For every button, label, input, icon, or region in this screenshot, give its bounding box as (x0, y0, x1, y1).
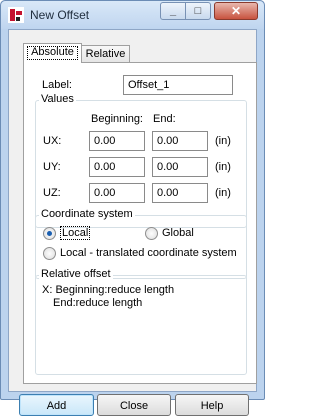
label-field-label: Label: (42, 79, 72, 91)
uy-unit-label: (in) (215, 161, 231, 173)
uz-label: UZ: (43, 187, 61, 199)
local-radio[interactable] (43, 227, 56, 240)
dialog-client-area: Absolute Relative Label: Offset_1 Values… (8, 29, 257, 416)
coordinate-system-group-label: Coordinate system (39, 208, 135, 220)
relative-offset-line-2: End:reduce length (53, 297, 143, 309)
local-translated-radio-label[interactable]: Local - translated coordinate system (60, 247, 237, 259)
uz-beginning-input[interactable]: 0.00 (89, 183, 145, 203)
ux-unit-label: (in) (215, 135, 231, 147)
values-group-label: Values (39, 93, 76, 105)
label-input[interactable]: Offset_1 (123, 75, 233, 95)
maximize-button[interactable]: □ (185, 2, 211, 20)
window-title: New Offset (30, 8, 90, 22)
ux-beginning-input[interactable]: 0.00 (89, 131, 145, 151)
minimize-icon: _ (169, 5, 177, 17)
help-button[interactable]: Help (175, 394, 249, 416)
end-column-header: End: (153, 113, 176, 125)
ux-label: UX: (43, 135, 62, 147)
uz-end-input[interactable]: 0.00 (152, 183, 208, 203)
global-radio[interactable] (145, 227, 158, 240)
app-logo-icon (8, 7, 24, 23)
relative-offset-line-1: X: Beginning:reduce length (42, 284, 175, 296)
uy-end-input[interactable]: 0.00 (152, 157, 208, 177)
add-button[interactable]: Add (19, 394, 94, 416)
close-icon: ✕ (230, 4, 242, 18)
tab-absolute[interactable]: Absolute (23, 43, 82, 63)
close-button[interactable]: Close (97, 394, 171, 416)
ux-end-input[interactable]: 0.00 (152, 131, 208, 151)
uy-beginning-input[interactable]: 0.00 (89, 157, 145, 177)
tab-focus-rect (27, 46, 78, 60)
uz-unit-label: (in) (215, 187, 231, 199)
uy-label: UY: (43, 161, 61, 173)
local-radio-label[interactable]: Local (60, 226, 91, 240)
dialog-window: New Offset _ □ ✕ Absolute Relative Label… (0, 0, 265, 416)
absolute-tab-panel: Label: Offset_1 Values Beginning: End: U… (23, 62, 257, 384)
local-translated-radio[interactable] (43, 247, 56, 260)
tab-relative-label: Relative (85, 48, 126, 60)
minimize-button[interactable]: _ (160, 2, 186, 20)
global-radio-label[interactable]: Global (162, 227, 194, 239)
maximize-icon: □ (194, 5, 202, 17)
beginning-column-header: Beginning: (91, 113, 143, 125)
close-window-button[interactable]: ✕ (214, 2, 258, 20)
tab-relative[interactable]: Relative (81, 45, 130, 63)
relative-offset-group-label: Relative offset (39, 268, 113, 280)
title-bar[interactable]: New Offset _ □ ✕ (1, 1, 264, 29)
